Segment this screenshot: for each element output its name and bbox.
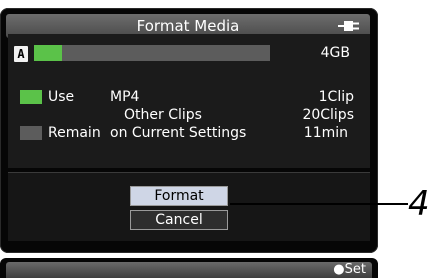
guide-bar: ●Set <box>0 258 378 278</box>
row-value-remaining: 11min <box>303 125 348 141</box>
callout-number: 4 <box>408 184 428 224</box>
capacity-used-fill <box>34 45 63 61</box>
set-hint: ●Set <box>333 262 366 277</box>
power-plug-icon <box>338 21 359 31</box>
row-name-mp4: MP4 <box>110 89 140 105</box>
row-name-other-clips: Other Clips <box>124 107 202 123</box>
use-legend-label: Use <box>48 89 75 105</box>
remain-legend-label: Remain <box>48 125 101 141</box>
sd-card-slot-icon: A <box>14 46 28 62</box>
capacity-bar <box>34 45 270 61</box>
row-value-other-clips: 20Clips <box>302 107 354 123</box>
format-button[interactable]: Format <box>130 186 228 206</box>
cancel-button[interactable]: Cancel <box>130 210 228 230</box>
callout-line <box>230 203 408 205</box>
use-legend-swatch <box>20 90 42 104</box>
row-name-remaining: on Current Settings <box>110 125 247 141</box>
row-value-mp4: 1Clip <box>318 89 354 105</box>
action-panel <box>8 172 370 241</box>
remain-legend-swatch <box>20 126 42 140</box>
capacity-value: 4GB <box>320 45 350 61</box>
